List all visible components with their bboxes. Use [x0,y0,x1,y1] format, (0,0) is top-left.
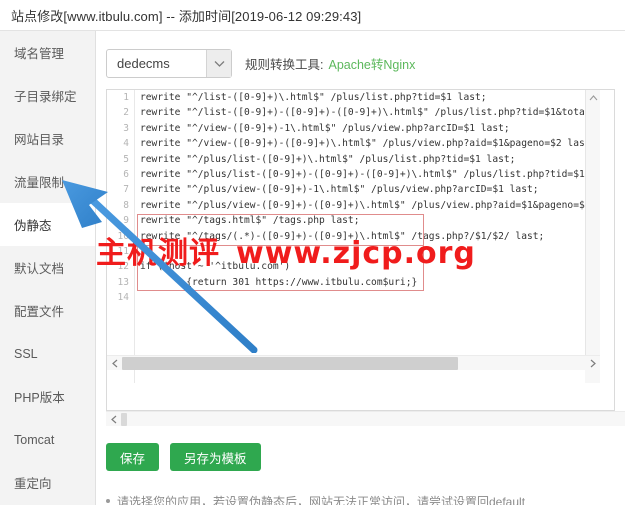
code-line: rewrite "^/view-([0-9]+)-([0-9]+)\.html$… [140,138,597,150]
chevron-down-icon[interactable] [206,50,231,77]
sidebar-item-ssl[interactable]: SSL [0,332,95,375]
hint-list: 请选择您的应用，若设置伪静态后，网站无法正常访问，请尝试设置回default 您… [106,493,621,505]
scroll-left-icon[interactable] [107,356,122,371]
line-number: 11 [117,245,129,257]
sidebar-item-default-document[interactable]: 默认文档 [0,246,95,289]
line-number: 7 [123,184,129,196]
editor-hscroll-thumb[interactable] [122,356,458,370]
scroll-up-icon[interactable] [586,90,600,106]
sidebar-item-rewrite-rules[interactable]: 伪静态 [0,203,95,246]
code-line: {return 301 https://www.itbulu.com$uri;} [140,276,418,288]
line-number: 12 [117,261,129,273]
line-number: 14 [117,292,129,304]
code-line: if ($host ~ '^itbulu.com') [140,261,291,273]
save-as-template-button[interactable]: 另存为模板 [170,443,261,471]
application-preset-value: dedecms [117,56,170,71]
panel-scroll-left-icon[interactable] [106,412,121,427]
save-button[interactable]: 保存 [106,443,160,471]
action-button-row: 保存 另存为模板 [106,443,261,471]
code-line: rewrite "^/tags.html$" /tags.php last; [140,215,360,227]
sidebar-item-label: 伪静态 [14,219,52,233]
bullet-icon [106,499,110,503]
editor-hscroll-track[interactable] [122,356,585,371]
editor-code-area[interactable]: rewrite "^/list-([0-9]+)\.html$" /plus/l… [136,90,600,383]
sidebar-item-label: 域名管理 [14,47,65,61]
editor-horizontal-scrollbar[interactable] [107,355,600,370]
hint-item: 请选择您的应用，若设置伪静态后，网站无法正常访问，请尝试设置回default [106,493,621,505]
sidebar-item-redirect[interactable]: 重定向 [0,461,95,504]
site-modify-window: 站点修改[www.itbulu.com] -- 添加时间[2019-06-12 … [0,0,625,505]
line-number: 8 [123,199,129,211]
line-number: 13 [117,276,129,288]
converter-label: 规则转换工具: [245,58,324,72]
code-line: rewrite "^/list-([0-9]+)\.html$" /plus/l… [140,92,487,103]
sidebar-item-subdirectory-binding[interactable]: 子目录绑定 [0,74,95,117]
window-title-bar: 站点修改[www.itbulu.com] -- 添加时间[2019-06-12 … [0,0,625,31]
sidebar-item-traffic-limit[interactable]: 流量限制 [0,160,95,203]
code-line: rewrite "^/tags/(.*)-([0-9]+)-([0-9]+)\.… [140,230,545,242]
sidebar-item-label: SSL [14,346,38,361]
sidebar-item-label: 网站目录 [14,133,65,147]
sidebar-item-label: 重定向 [14,477,52,491]
sidebar-item-tomcat[interactable]: Tomcat [0,418,95,461]
line-number: 3 [123,122,129,134]
code-line: rewrite "^/list-([0-9]+)-([0-9]+)-([0-9]… [140,107,600,119]
sidebar-item-domain-management[interactable]: 域名管理 [0,31,95,74]
panel-hscroll-thumb[interactable] [121,412,127,426]
page-title: 站点修改[www.itbulu.com] -- 添加时间[2019-06-12 … [11,8,362,24]
panel-horizontal-scrollbar[interactable] [106,411,625,426]
sidebar-item-label: 配置文件 [14,305,65,319]
rewrite-rules-editor[interactable]: 1 2 3 4 5 6 7 8 9 10 11 12 13 14 rewrite [106,89,615,411]
panel-hscroll-track[interactable] [121,412,625,427]
scrollbar-corner [585,368,600,383]
editor-body[interactable]: 1 2 3 4 5 6 7 8 9 10 11 12 13 14 rewrite [107,90,600,383]
sidebar-item-config-file[interactable]: 配置文件 [0,289,95,332]
sidebar-item-php-version[interactable]: PHP版本 [0,375,95,418]
sidebar[interactable]: 域名管理 子目录绑定 网站目录 流量限制 伪静态 默认文档 配置文件 SSL P… [0,31,96,505]
line-number: 2 [123,107,129,119]
sidebar-item-label: PHP版本 [14,391,65,405]
sidebar-item-label: 子目录绑定 [14,90,77,104]
sidebar-item-label: Tomcat [14,432,55,447]
code-line: rewrite "^/view-([0-9]+)-1\.html$" /plus… [140,122,510,134]
sidebar-item-site-directory[interactable]: 网站目录 [0,117,95,160]
content-panel: dedecms 规则转换工具: Apache转Nginx 1 2 3 4 5 6… [97,31,625,505]
rewrite-toolbar: dedecms 规则转换工具: Apache转Nginx [106,49,415,78]
sidebar-item-label: 默认文档 [14,262,65,276]
application-preset-select[interactable]: dedecms [106,49,232,78]
code-line: rewrite "^/plus/list-([0-9]+)-([0-9]+)-(… [140,168,600,180]
line-number: 10 [117,230,129,242]
line-number: 6 [123,168,129,180]
code-line: rewrite "^/plus/list-([0-9]+)\.html$" /p… [140,153,516,165]
editor-line-number-gutter: 1 2 3 4 5 6 7 8 9 10 11 12 13 14 [107,90,135,383]
editor-vertical-scrollbar[interactable] [585,90,600,383]
line-number: 9 [123,215,129,227]
code-line: rewrite "^/plus/view-([0-9]+)-([0-9]+)\.… [140,199,600,211]
code-line: rewrite "^/plus/view-([0-9]+)-1\.html$" … [140,184,539,196]
line-number: 1 [123,92,129,103]
sidebar-item-label: 流量限制 [14,176,65,190]
hint-text: 请选择您的应用，若设置伪静态后，网站无法正常访问，请尝试设置回default [117,495,526,505]
line-number: 5 [123,153,129,165]
line-number: 4 [123,138,129,150]
apache-to-nginx-link[interactable]: Apache转Nginx [328,54,415,73]
